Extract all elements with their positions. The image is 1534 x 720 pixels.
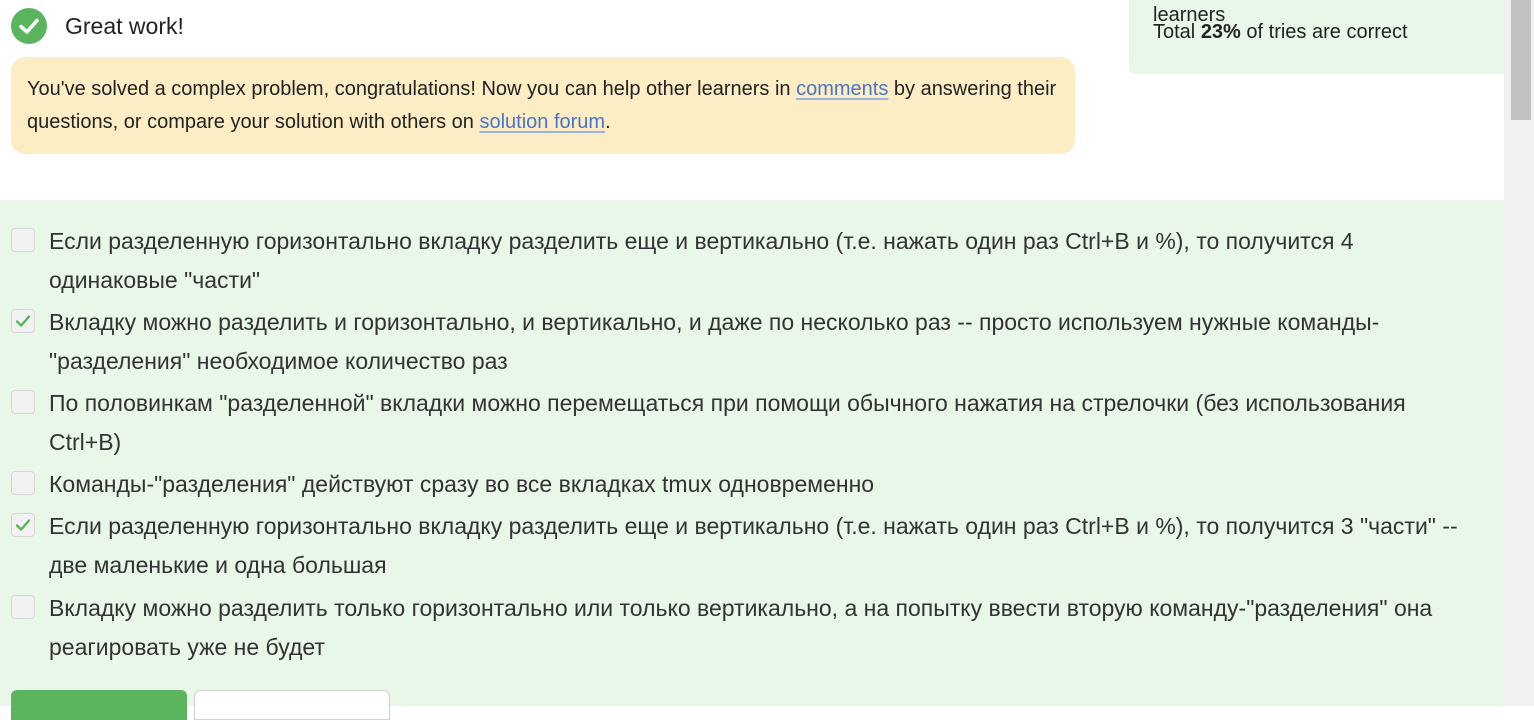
checkmark-icon bbox=[15, 315, 31, 327]
secondary-button[interactable] bbox=[194, 690, 390, 720]
congrats-notice: You've solved a complex problem, congrat… bbox=[11, 57, 1075, 154]
answer-option-label: Вкладку можно разделить только горизонта… bbox=[49, 595, 1433, 660]
comments-link[interactable]: comments bbox=[796, 78, 888, 100]
checkbox[interactable] bbox=[11, 390, 35, 414]
checkbox[interactable] bbox=[11, 228, 35, 252]
stats-correct-tries: Total 23% of tries are correct bbox=[1153, 21, 1408, 43]
checkbox-checked[interactable] bbox=[11, 513, 35, 537]
checkbox[interactable] bbox=[11, 595, 35, 619]
answer-option[interactable]: Вкладку можно разделить только горизонта… bbox=[11, 567, 1481, 666]
solution-forum-link[interactable]: solution forum bbox=[479, 111, 605, 133]
scrollbar-thumb[interactable] bbox=[1511, 0, 1531, 120]
success-header: Great work! bbox=[11, 8, 184, 44]
stats-percent: 23% bbox=[1200, 21, 1241, 43]
checkbox-checked[interactable] bbox=[11, 309, 35, 333]
submit-button[interactable] bbox=[11, 690, 187, 720]
check-circle-icon bbox=[11, 8, 47, 44]
checkmark-icon bbox=[15, 519, 31, 531]
success-title: Great work! bbox=[65, 12, 184, 39]
stats-box: learners Total 23% of tries are correct bbox=[1129, 0, 1532, 74]
